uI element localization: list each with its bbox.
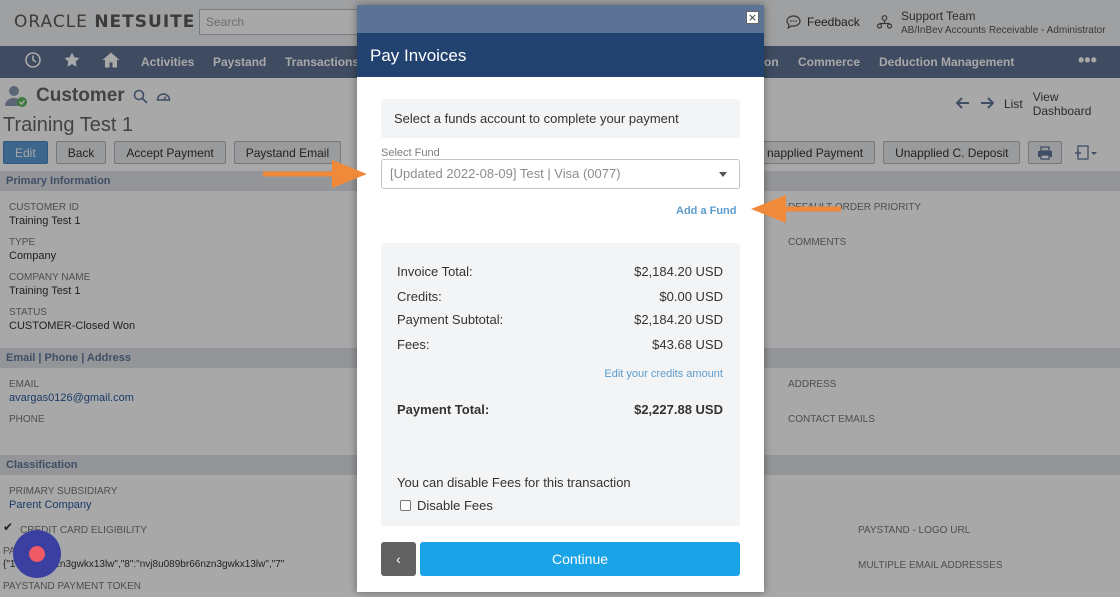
disable-fees-option[interactable]: Disable Fees xyxy=(400,498,493,513)
credits-value: $0.00 USD xyxy=(659,289,723,304)
close-icon[interactable]: × xyxy=(746,11,759,24)
payment-total-row: Payment Total: $2,227.88 USD xyxy=(397,402,723,417)
chevron-down-icon xyxy=(719,172,727,177)
select-fund-label: Select Fund xyxy=(381,147,440,159)
dialog-titlebar: × xyxy=(357,5,764,33)
credits-row: Credits: $0.00 USD xyxy=(397,289,723,304)
fund-select[interactable]: [Updated 2022-08-09] Test | Visa (0077) xyxy=(381,159,740,189)
edit-credits-link[interactable]: Edit your credits amount xyxy=(604,368,723,380)
invoice-total-value: $2,184.20 USD xyxy=(634,264,723,279)
fees-label: Fees: xyxy=(397,337,430,352)
payment-subtotal-label: Payment Subtotal: xyxy=(397,312,504,327)
pay-invoices-dialog: × Pay Invoices Select a funds account to… xyxy=(357,5,764,592)
payment-subtotal-value: $2,184.20 USD xyxy=(634,312,723,327)
chevron-left-icon: ‹ xyxy=(396,551,401,567)
arrow-left-icon xyxy=(751,195,841,223)
disable-fees-checkbox[interactable] xyxy=(400,500,411,511)
fees-row: Fees: $43.68 USD xyxy=(397,337,723,352)
funds-notice: Select a funds account to complete your … xyxy=(381,99,740,138)
payment-total-value: $2,227.88 USD xyxy=(634,402,723,417)
payment-summary: Invoice Total: $2,184.20 USD Credits: $0… xyxy=(381,243,740,526)
continue-button[interactable]: Continue xyxy=(420,542,740,576)
invoice-total-label: Invoice Total: xyxy=(397,264,473,279)
help-chat-dot xyxy=(29,546,45,562)
fees-value: $43.68 USD xyxy=(652,337,723,352)
disable-fees-label[interactable]: Disable Fees xyxy=(417,498,493,513)
help-chat-icon[interactable] xyxy=(13,530,61,578)
add-fund-link[interactable]: Add a Fund xyxy=(676,205,737,217)
invoice-total-row: Invoice Total: $2,184.20 USD xyxy=(397,264,723,279)
credits-label: Credits: xyxy=(397,289,442,304)
payment-total-label: Payment Total: xyxy=(397,402,490,417)
dialog-title: Pay Invoices xyxy=(357,33,764,77)
dialog-back-button[interactable]: ‹ xyxy=(381,542,416,576)
arrow-right-icon xyxy=(263,160,367,188)
fund-select-value: [Updated 2022-08-09] Test | Visa (0077) xyxy=(390,166,621,181)
disable-fees-note: You can disable Fees for this transactio… xyxy=(397,475,631,490)
payment-subtotal-row: Payment Subtotal: $2,184.20 USD xyxy=(397,312,723,327)
